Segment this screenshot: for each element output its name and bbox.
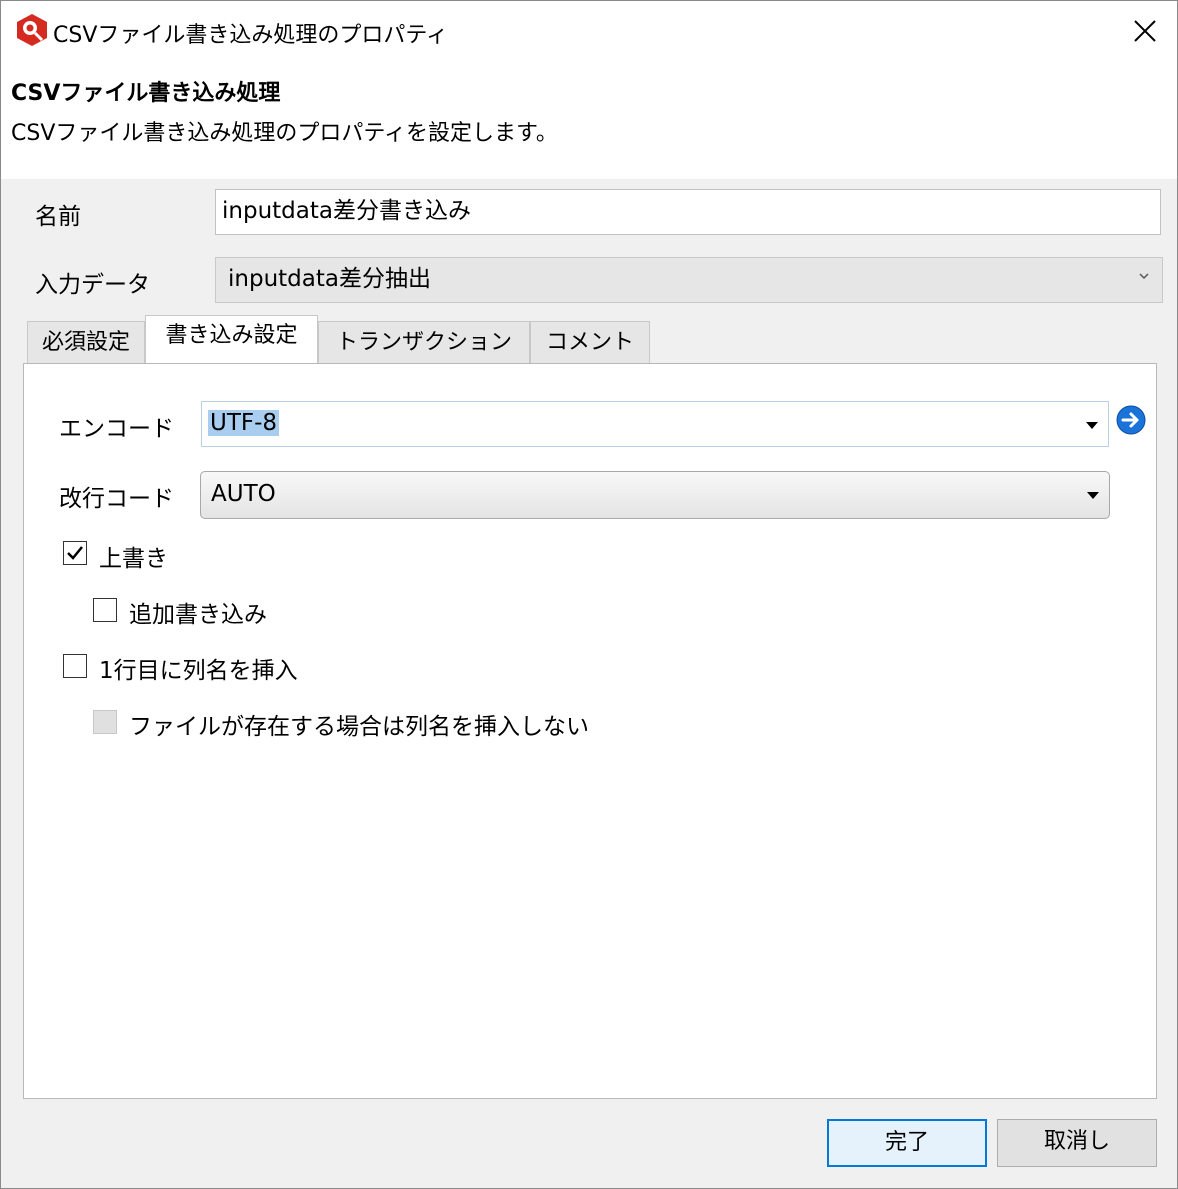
overwrite-label[interactable]: 上書き bbox=[99, 539, 168, 573]
cancel-button[interactable]: 取消し bbox=[997, 1119, 1157, 1167]
encode-value: UTF-8 bbox=[208, 410, 280, 436]
newline-value: AUTO bbox=[211, 481, 276, 507]
checkmark-icon bbox=[67, 546, 83, 560]
skip-header-checkbox bbox=[93, 710, 117, 734]
encode-label: エンコード bbox=[59, 416, 174, 442]
chevron-down-icon bbox=[1139, 273, 1149, 280]
dropdown-arrow-icon bbox=[1086, 422, 1098, 429]
input-data-value: inputdata差分抽出 bbox=[228, 266, 431, 292]
newline-label: 改行コード bbox=[59, 486, 174, 512]
window-title: CSVファイル書き込み処理のプロパティ bbox=[53, 23, 449, 48]
append-checkbox[interactable] bbox=[93, 598, 117, 622]
header-title: CSVファイル書き込み処理 bbox=[11, 81, 281, 106]
close-icon bbox=[1134, 20, 1156, 42]
dialog-header: CSVファイル書き込み処理 CSVファイル書き込み処理のプロパティを設定します。 bbox=[1, 61, 1177, 179]
skip-header-label: ファイルが存在する場合は列名を挿入しない bbox=[129, 714, 589, 740]
insert-header-checkbox[interactable] bbox=[63, 654, 87, 678]
tab-write-settings[interactable]: 書き込み設定 bbox=[145, 315, 318, 363]
tab-required[interactable]: 必須設定 bbox=[27, 321, 145, 363]
newline-combo[interactable]: AUTO bbox=[200, 471, 1110, 519]
tab-comment[interactable]: コメント bbox=[530, 321, 650, 363]
tab-transaction[interactable]: トランザクション bbox=[318, 321, 530, 363]
dropdown-arrow-icon bbox=[1087, 492, 1099, 499]
properties-dialog: CSVファイル書き込み処理のプロパティ CSVファイル書き込み処理 CSVファイ… bbox=[0, 0, 1178, 1189]
title-bar: CSVファイル書き込み処理のプロパティ bbox=[1, 1, 1177, 61]
arrow-right-circle-icon[interactable] bbox=[1115, 404, 1147, 436]
input-data-select[interactable]: inputdata差分抽出 bbox=[215, 257, 1163, 303]
header-description: CSVファイル書き込み処理のプロパティを設定します。 bbox=[11, 121, 558, 146]
input-data-label: 入力データ bbox=[35, 272, 150, 298]
ok-button[interactable]: 完了 bbox=[827, 1119, 987, 1167]
append-label[interactable]: 追加書き込み bbox=[129, 595, 267, 629]
overwrite-checkbox[interactable] bbox=[63, 541, 87, 565]
encode-combo[interactable]: UTF-8 bbox=[201, 401, 1109, 447]
name-label: 名前 bbox=[35, 204, 81, 230]
name-field[interactable]: inputdata差分書き込み bbox=[215, 189, 1161, 235]
app-logo-icon bbox=[17, 14, 47, 46]
close-button[interactable] bbox=[1113, 1, 1177, 61]
insert-header-label[interactable]: 1行目に列名を挿入 bbox=[99, 651, 298, 685]
